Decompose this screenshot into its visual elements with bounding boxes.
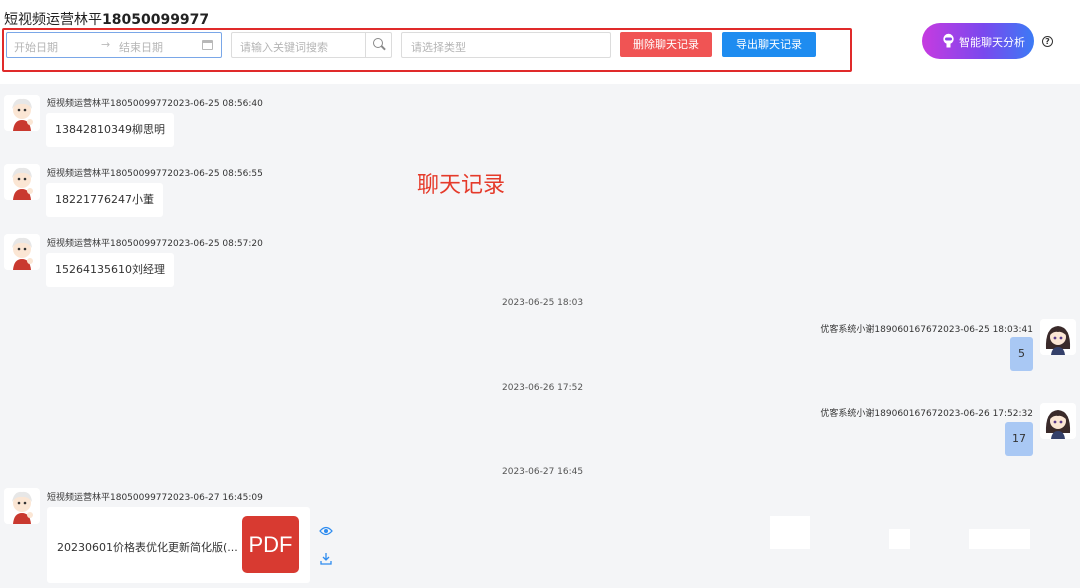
search-input[interactable]: 请输入关键词搜索	[240, 39, 328, 55]
message-meta: 短视频运营林平180500997720​23-06-25 08:57:20	[47, 239, 263, 249]
redaction-block	[889, 529, 910, 549]
export-chat-button[interactable]: 导出聊天记录	[722, 32, 816, 57]
search-button[interactable]	[365, 33, 391, 57]
avatar-girl	[1040, 403, 1076, 439]
start-date-input[interactable]: 开始日期	[14, 39, 58, 55]
redaction-block	[969, 529, 1030, 549]
avatar[interactable]	[1040, 403, 1076, 439]
avatar-boy	[4, 488, 40, 524]
avatar-boy	[4, 164, 40, 200]
date-separator: 2023-06-26 17:52	[502, 383, 584, 393]
type-select-placeholder: 请选择类型	[411, 41, 466, 54]
message-bubble[interactable]: 13842810349柳思明	[46, 113, 174, 147]
avatar[interactable]	[4, 164, 40, 200]
end-date-input[interactable]: 结束日期	[119, 39, 163, 55]
avatar[interactable]	[4, 488, 40, 524]
avatar-girl	[1040, 319, 1076, 355]
message-bubble[interactable]: 18221776247小董	[46, 183, 163, 217]
redaction-block	[770, 516, 810, 549]
avatar[interactable]	[1040, 319, 1076, 355]
ai-button-label: 智能聊天分析	[959, 36, 1025, 49]
message-bubble[interactable]: 15264135610刘经理	[46, 253, 174, 287]
pdf-file-icon: PDF	[242, 516, 299, 573]
help-icon[interactable]: ?	[1042, 36, 1053, 47]
reply-meta: 优客系统小谢189060167672023-06-26 17:52:32	[820, 409, 1033, 419]
delete-chat-button[interactable]: 删除聊天记录	[620, 32, 712, 57]
annotation-label: 聊天记录	[417, 173, 506, 198]
keyword-search-field[interactable]: 请输入关键词搜索	[231, 32, 392, 58]
download-icon[interactable]	[319, 552, 333, 565]
type-select[interactable]: 请选择类型	[401, 32, 611, 58]
avatar[interactable]	[4, 234, 40, 270]
avatar-boy	[4, 234, 40, 270]
avatar[interactable]	[4, 95, 40, 131]
date-range-picker[interactable]: 开始日期 → 结束日期	[6, 32, 222, 58]
file-message-card[interactable]: 20230601价格表优化更新简化版(... PDF	[47, 507, 310, 583]
avatar-boy	[4, 95, 40, 131]
message-meta: 短视频运营林平180500997720​23-06-25 08:56:40	[47, 99, 263, 109]
preview-eye-icon[interactable]	[319, 525, 333, 537]
calendar-icon[interactable]	[202, 40, 213, 50]
reply-meta: 优客系统小谢189060167672023-06-25 18:03:41	[820, 325, 1033, 335]
ai-chat-analysis-button[interactable]: 智能聊天分析	[922, 23, 1034, 59]
reply-bubble[interactable]: 17	[1005, 422, 1033, 456]
file-name: 20230601价格表优化更新简化版(...	[57, 541, 238, 554]
date-separator: 2023-06-27 16:45	[502, 467, 584, 477]
page-title: 短视频运营林平18050099977	[4, 12, 210, 28]
date-range-arrow: →	[101, 38, 111, 51]
message-meta: 短视频运营林平180500997720​23-06-25 08:56:55	[47, 169, 263, 179]
message-meta: 短视频运营林平180500997720​23-06-27 16:45:09	[47, 493, 263, 503]
date-separator: 2023-06-25 18:03	[502, 298, 584, 308]
robot-icon	[943, 33, 954, 48]
reply-bubble[interactable]: 5	[1010, 337, 1033, 371]
